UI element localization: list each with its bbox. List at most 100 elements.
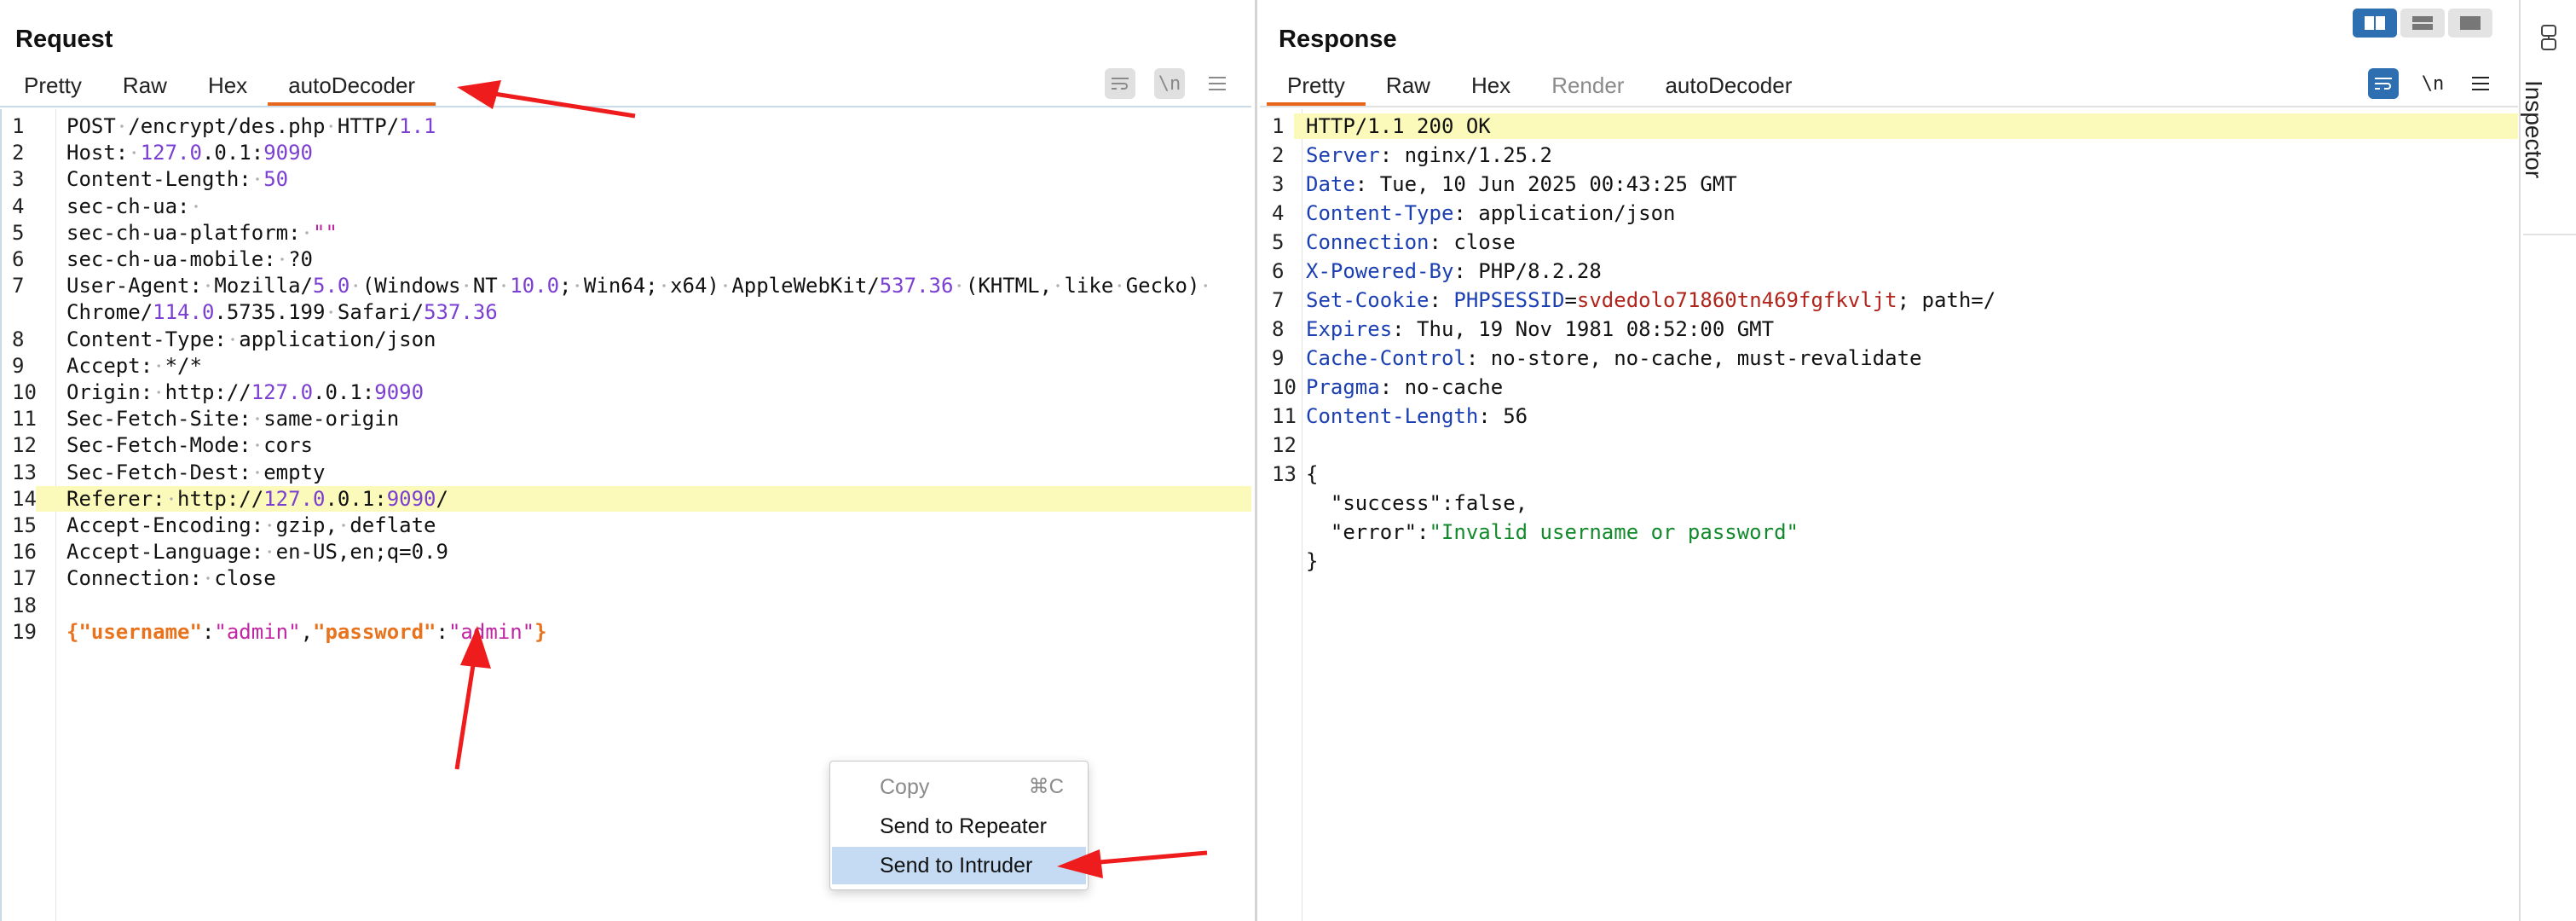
code-token: NT xyxy=(472,274,498,298)
tab-raw[interactable]: Raw xyxy=(102,70,188,106)
tab-hex[interactable]: Hex xyxy=(188,70,268,106)
line-content: Cache-Control: no-store, no-cache, must-… xyxy=(1306,345,1921,371)
code-token: Expires xyxy=(1306,317,1393,341)
response-editor[interactable]: 1 HTTP/1.1 200 OK 2 Server: nginx/1.25.2 3 Da… xyxy=(1260,109,2518,921)
line-number: 4 xyxy=(12,194,25,218)
code-line[interactable]: 19 {"username":"admin","password":"admin"… xyxy=(2,619,1251,645)
split-vertical-icon[interactable] xyxy=(2400,9,2445,38)
code-token: 50 xyxy=(263,167,289,192)
code-token: .5735.199 xyxy=(214,300,326,325)
code-token: 127.0 xyxy=(251,380,314,404)
code-line[interactable]: 12 xyxy=(1260,432,2518,458)
code-token: "admin" xyxy=(448,619,535,644)
code-line[interactable]: 8 Expires: Thu, 19 Nov 1981 08:52:00 GMT xyxy=(1260,316,2518,342)
code-line[interactable]: 1 HTTP/1.1 200 OK xyxy=(1260,113,2518,139)
code-line[interactable]: 3 Date: Tue, 10 Jun 2025 00:43:25 GMT xyxy=(1260,171,2518,197)
whitespace-marker xyxy=(349,274,362,298)
code-line[interactable]: 7 Set-Cookie: PHPSESSID=svdedolo71860tn46… xyxy=(1260,287,2518,313)
code-line[interactable]: 13 Sec-Fetch-Dest: empty xyxy=(2,460,1251,485)
code-line[interactable]: 10 Origin: http://127.0.0.1:9090 xyxy=(2,379,1251,405)
code-line[interactable]: 17 Connection: close xyxy=(2,565,1251,591)
code-token: : PHP/8.2.28 xyxy=(1453,259,1602,283)
wrap-lines-icon[interactable] xyxy=(2368,68,2399,99)
response-tabs: Pretty Raw Hex Render autoDecoder xyxy=(1267,70,1812,106)
code-line[interactable]: 6 sec-ch-ua-mobile: ?0 xyxy=(2,246,1251,272)
line-number: 15 xyxy=(12,513,37,537)
code-token: same-origin xyxy=(263,407,400,432)
inspector-label[interactable]: Inspector xyxy=(2520,80,2547,178)
code-line[interactable]: 14 Referer: http://127.0.0.1:9090/ xyxy=(2,485,1251,512)
code-line[interactable]: Chrome/114.0.5735.199 Safari/537.36 xyxy=(2,299,1251,325)
code-token: sec-ch-ua: xyxy=(66,194,190,218)
hamburger-menu-icon[interactable] xyxy=(2465,68,2496,99)
show-newlines-button[interactable]: \n xyxy=(2417,68,2448,99)
code-line[interactable]: 11 Sec-Fetch-Site: same-origin xyxy=(2,406,1251,432)
line-content: Accept-Language: en-US,en;q=0.9 xyxy=(66,539,448,565)
code-token: .0.1: xyxy=(325,486,387,511)
line-number: 17 xyxy=(12,566,37,591)
line-content: HTTP/1.1 200 OK xyxy=(1306,113,1491,139)
code-token: Chrome/ xyxy=(66,300,153,325)
line-number: 18 xyxy=(12,593,37,617)
code-line[interactable]: 13 { xyxy=(1260,461,2518,487)
code-line[interactable]: 2 Host: 127.0.0.1:9090 xyxy=(2,140,1251,165)
code-token: "username" xyxy=(78,619,202,644)
line-number: 3 xyxy=(12,167,25,192)
code-line[interactable]: 9 Cache-Control: no-store, no-cache, must… xyxy=(1260,345,2518,371)
code-line[interactable]: "success":false, xyxy=(1260,490,2518,516)
code-line[interactable]: "error":"Invalid username or password" xyxy=(1260,519,2518,545)
tab-render[interactable]: Render xyxy=(1531,70,1644,106)
line-number: 9 xyxy=(12,353,25,378)
code-line[interactable]: 16 Accept-Language: en-US,en;q=0.9 xyxy=(2,539,1251,565)
code-token: : Thu, 19 Nov 1981 08:52:00 GMT xyxy=(1392,317,1775,341)
single-pane-icon[interactable] xyxy=(2448,9,2492,38)
code-line[interactable]: 5 sec-ch-ua-platform: "" xyxy=(2,220,1251,246)
menu-item-copy[interactable]: Copy ⌘C xyxy=(832,768,1086,806)
code-line[interactable]: 15 Accept-Encoding: gzip, deflate xyxy=(2,513,1251,538)
whitespace-marker xyxy=(657,274,671,298)
tab-pretty[interactable]: Pretty xyxy=(3,70,102,106)
whitespace-marker xyxy=(115,114,129,138)
menu-item-send-to-intruder[interactable]: Send to Intruder xyxy=(832,847,1086,884)
line-content: Connection: close xyxy=(1306,229,1516,255)
pane-splitter[interactable] xyxy=(1255,0,1257,921)
tab-pretty[interactable]: Pretty xyxy=(1267,70,1366,106)
line-content: Referer: http://127.0.0.1:9090/ xyxy=(66,486,448,512)
code-token: Server xyxy=(1306,143,1380,167)
code-token: 10.0 xyxy=(510,274,560,298)
menu-item-send-to-repeater[interactable]: Send to Repeater xyxy=(832,808,1086,845)
code-token: 5.0 xyxy=(313,274,350,298)
line-content: Origin: http://127.0.0.1:9090 xyxy=(66,379,424,405)
line-content: Content-Length: 56 xyxy=(1306,403,1528,429)
code-token: empty xyxy=(263,460,326,484)
code-line[interactable]: 6 X-Powered-By: PHP/8.2.28 xyxy=(1260,258,2518,284)
code-line[interactable]: 4 sec-ch-ua: xyxy=(2,194,1251,219)
code-line[interactable]: 9 Accept: */* xyxy=(2,353,1251,379)
tab-autodecoder[interactable]: autoDecoder xyxy=(1644,70,1812,106)
tab-raw[interactable]: Raw xyxy=(1366,70,1451,106)
line-number: 14 xyxy=(2,485,37,512)
code-line[interactable]: } xyxy=(1260,548,2518,574)
code-line[interactable]: 2 Server: nginx/1.25.2 xyxy=(1260,142,2518,168)
code-line[interactable]: 3 Content-Length: 50 xyxy=(2,166,1251,192)
code-line[interactable]: 10 Pragma: no-cache xyxy=(1260,374,2518,400)
wrap-lines-icon[interactable] xyxy=(1105,68,1135,99)
code-token: 127.0 xyxy=(263,486,326,511)
code-line[interactable]: 12 Sec-Fetch-Mode: cors xyxy=(2,432,1251,458)
tab-hex[interactable]: Hex xyxy=(1451,70,1531,106)
split-horizontal-icon[interactable] xyxy=(2353,9,2397,38)
code-line[interactable]: 5 Connection: close xyxy=(1260,229,2518,255)
line-content: { xyxy=(1306,461,1318,487)
whitespace-marker xyxy=(571,274,584,298)
whitespace-marker xyxy=(251,433,264,458)
code-line[interactable]: 4 Content-Type: application/json xyxy=(1260,200,2518,226)
show-newlines-button[interactable]: \n xyxy=(1154,68,1185,99)
code-line[interactable]: 18 xyxy=(2,593,1251,618)
hamburger-menu-icon[interactable] xyxy=(1202,68,1233,99)
tab-autodecoder[interactable]: autoDecoder xyxy=(268,70,436,106)
inspector-icon[interactable] xyxy=(2537,24,2561,53)
code-line[interactable]: 7 User-Agent: Mozilla/5.0 (Windows NT 10.… xyxy=(2,273,1251,298)
code-line[interactable]: 11 Content-Length: 56 xyxy=(1260,403,2518,429)
code-line[interactable]: 1 POST /encrypt/des.php HTTP/1.1 xyxy=(2,113,1251,139)
code-line[interactable]: 8 Content-Type: application/json xyxy=(2,327,1251,352)
